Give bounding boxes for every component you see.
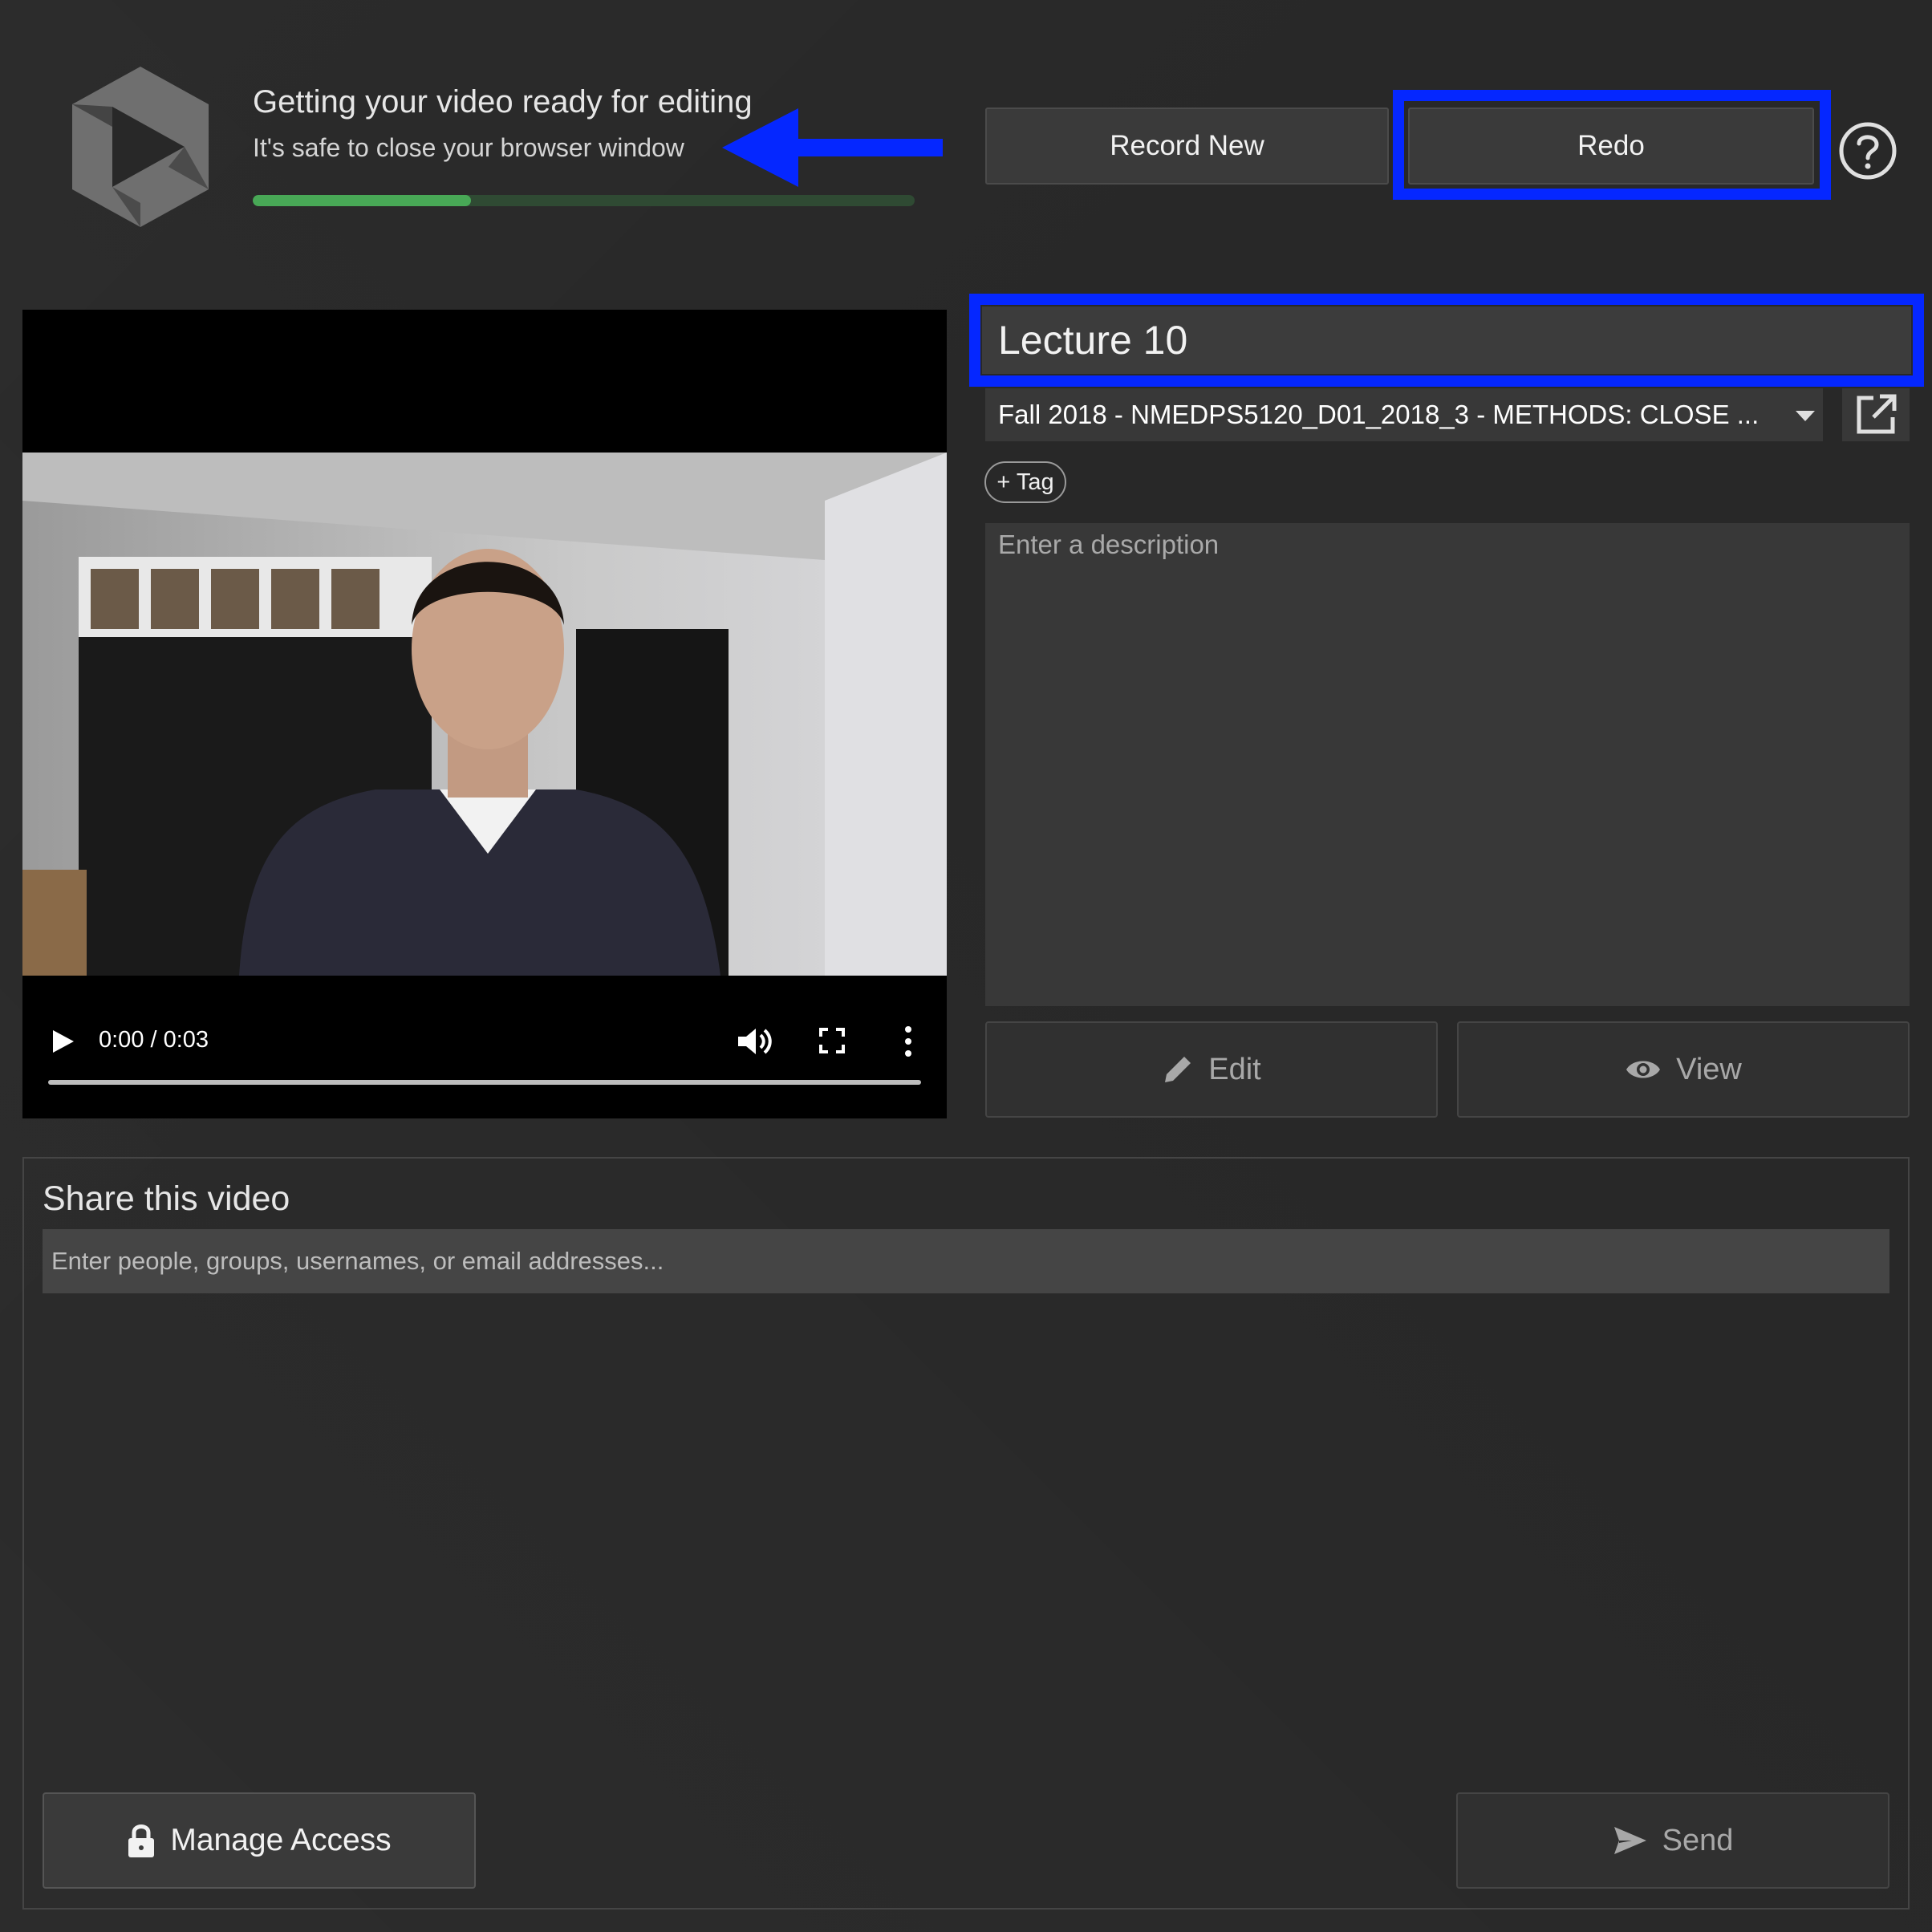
send-icon — [1613, 1827, 1646, 1854]
processing-status-title: Getting your video ready for editing — [253, 84, 753, 120]
play-icon[interactable] — [48, 1025, 77, 1057]
processing-progress-bar — [253, 195, 915, 206]
view-button-label: View — [1676, 1052, 1742, 1086]
add-tag-button[interactable]: + Tag — [984, 461, 1066, 503]
send-button-label: Send — [1662, 1823, 1734, 1857]
manage-access-button[interactable]: Manage Access — [43, 1792, 476, 1889]
recorder-window: Getting your video ready for editing It'… — [0, 0, 1932, 1932]
external-link-icon — [1857, 394, 1897, 434]
help-circle-icon[interactable] — [1837, 120, 1898, 181]
redo-button[interactable]: Redo — [1408, 108, 1814, 185]
edit-button-label: Edit — [1208, 1052, 1261, 1086]
manage-access-label: Manage Access — [170, 1823, 392, 1857]
record-new-button[interactable]: Record New — [985, 108, 1389, 185]
fullscreen-icon[interactable] — [818, 1027, 846, 1054]
edit-button[interactable]: Edit — [985, 1021, 1438, 1118]
processing-status-subtitle: It's safe to close your browser window — [253, 133, 684, 162]
open-folder-button[interactable] — [1842, 388, 1910, 441]
lock-icon — [128, 1824, 155, 1857]
description-textarea[interactable] — [985, 523, 1910, 1006]
volume-icon[interactable] — [737, 1025, 772, 1057]
chevron-down-icon[interactable] — [1796, 411, 1815, 422]
send-button[interactable]: Send — [1456, 1792, 1889, 1889]
video-title-input[interactable] — [982, 306, 1911, 374]
view-button[interactable]: View — [1457, 1021, 1910, 1118]
pencil-icon — [1165, 1057, 1191, 1082]
annotation-arrow-icon — [722, 108, 943, 187]
panopto-logo-icon — [72, 67, 209, 227]
eye-icon — [1626, 1061, 1661, 1078]
processing-progress-fill — [253, 195, 472, 206]
more-vertical-icon[interactable] — [899, 1024, 918, 1059]
share-recipients-input[interactable] — [43, 1229, 1889, 1293]
seek-bar[interactable] — [48, 1080, 921, 1085]
folder-select[interactable]: Fall 2018 - NMEDPS5120_D01_2018_3 - METH… — [985, 388, 1823, 441]
playback-time: 0:00 / 0:03 — [99, 1027, 209, 1053]
share-title: Share this video — [43, 1179, 290, 1218]
folder-select-value: Fall 2018 - NMEDPS5120_D01_2018_3 - METH… — [998, 400, 1760, 429]
video-preview-frame — [22, 453, 947, 976]
